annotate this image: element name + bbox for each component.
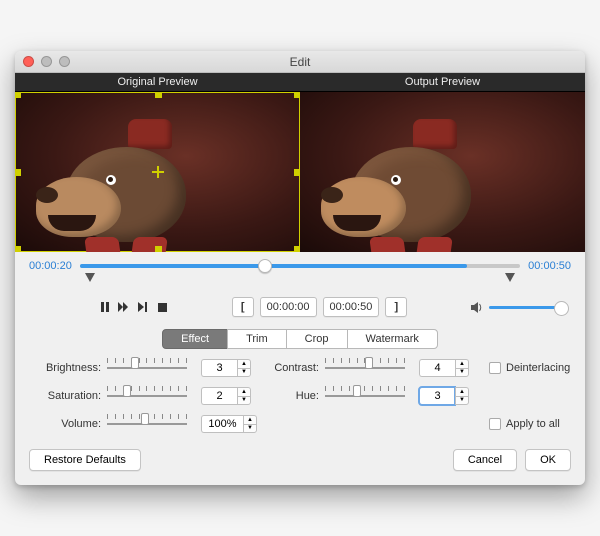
crop-center-icon[interactable] (152, 166, 164, 178)
contrast-up-icon[interactable]: ▲ (455, 359, 469, 368)
brightness-up-icon[interactable]: ▲ (237, 359, 251, 368)
volume-stepper[interactable]: ▲▼ (201, 415, 253, 433)
speaker-icon[interactable] (471, 301, 483, 313)
volume-effect-slider[interactable] (107, 417, 187, 431)
deinterlacing-checkbox[interactable]: Deinterlacing (489, 362, 570, 374)
volume-control (471, 301, 567, 313)
contrast-input[interactable] (419, 359, 455, 377)
apply-all-checkbox[interactable]: Apply to all (489, 418, 560, 430)
effect-grid: Brightness: ▲▼ Contrast: ▲▼ Deinterlacin… (29, 359, 571, 433)
saturation-up-icon[interactable]: ▲ (237, 387, 251, 396)
hue-down-icon[interactable]: ▼ (455, 396, 469, 405)
range-start-bracket[interactable]: [ (232, 297, 254, 317)
stop-icon[interactable] (156, 301, 168, 313)
timeline-fill (80, 264, 468, 268)
checkbox-icon[interactable] (489, 362, 501, 374)
range-start-input[interactable]: 00:00:00 (260, 297, 317, 317)
timeline-start-time: 00:00:20 (29, 260, 72, 272)
hue-input[interactable] (419, 387, 455, 405)
hue-slider[interactable] (325, 389, 405, 403)
minimize-icon (41, 56, 52, 67)
cancel-button[interactable]: Cancel (453, 449, 517, 471)
timeline-thumb[interactable] (258, 259, 272, 273)
timeline-slider[interactable] (80, 264, 520, 268)
original-preview-col: Original Preview (15, 73, 300, 252)
hue-up-icon[interactable]: ▲ (455, 387, 469, 396)
window-controls (23, 56, 70, 67)
contrast-slider[interactable] (325, 361, 405, 375)
saturation-stepper[interactable]: ▲▼ (201, 387, 253, 405)
hue-stepper[interactable]: ▲▼ (419, 387, 471, 405)
crop-handle-ml[interactable] (15, 169, 21, 176)
contrast-stepper[interactable]: ▲▼ (419, 359, 471, 377)
range-group: [ 00:00:00 00:00:50 ] (232, 297, 408, 317)
timeline: 00:00:20 00:00:50 (29, 260, 571, 272)
edit-window: Edit Original Preview Output Preview (15, 51, 585, 485)
checkbox-icon[interactable] (489, 418, 501, 430)
range-start-marker-icon[interactable] (85, 273, 95, 283)
crop-handle-bc[interactable] (155, 246, 162, 252)
transport-row: [ 00:00:00 00:00:50 ] (29, 297, 571, 317)
brightness-slider[interactable] (107, 361, 187, 375)
contrast-down-icon[interactable]: ▼ (455, 368, 469, 377)
contrast-label: Contrast: (259, 362, 319, 374)
pause-icon[interactable] (99, 301, 111, 313)
volume-up-icon[interactable]: ▲ (243, 415, 257, 424)
fast-forward-icon[interactable] (118, 301, 130, 313)
deinterlacing-label: Deinterlacing (506, 362, 570, 374)
saturation-input[interactable] (201, 387, 237, 405)
range-end-marker-icon[interactable] (505, 273, 515, 283)
apply-all-label: Apply to all (506, 418, 560, 430)
range-end-bracket[interactable]: ] (385, 297, 407, 317)
step-icon[interactable] (137, 301, 149, 313)
restore-defaults-button[interactable]: Restore Defaults (29, 449, 141, 471)
output-preview-col: Output Preview (300, 73, 585, 252)
tab-effect[interactable]: Effect (162, 329, 228, 349)
saturation-label: Saturation: (29, 390, 101, 402)
footer: Restore Defaults Cancel OK (15, 445, 585, 485)
tab-trim[interactable]: Trim (227, 329, 287, 349)
playback-controls (99, 301, 168, 313)
preview-area: Original Preview Output Preview (15, 73, 585, 252)
original-preview[interactable] (15, 92, 300, 252)
brightness-down-icon[interactable]: ▼ (237, 368, 251, 377)
original-preview-label: Original Preview (15, 73, 300, 92)
zoom-icon (59, 56, 70, 67)
ok-button[interactable]: OK (525, 449, 571, 471)
hue-label: Hue: (259, 390, 319, 402)
crop-handle-tl[interactable] (15, 92, 21, 98)
brightness-label: Brightness: (29, 362, 101, 374)
tab-crop[interactable]: Crop (286, 329, 348, 349)
close-icon[interactable] (23, 56, 34, 67)
controls-panel: 00:00:20 00:00:50 [ 00:00:00 00:00:50 (15, 252, 585, 445)
volume-label: Volume: (29, 418, 101, 430)
crop-handle-tc[interactable] (155, 92, 162, 98)
output-preview-label: Output Preview (300, 73, 585, 92)
timeline-end-time: 00:00:50 (528, 260, 571, 272)
brightness-stepper[interactable]: ▲▼ (201, 359, 253, 377)
saturation-slider[interactable] (107, 389, 187, 403)
titlebar[interactable]: Edit (15, 51, 585, 73)
volume-down-icon[interactable]: ▼ (243, 424, 257, 433)
volume-input[interactable] (201, 415, 243, 433)
volume-slider[interactable] (489, 306, 567, 309)
crop-handle-bl[interactable] (15, 246, 21, 252)
range-end-input[interactable]: 00:00:50 (323, 297, 380, 317)
output-preview (300, 92, 585, 252)
tabs: Effect Trim Crop Watermark (29, 329, 571, 349)
window-title: Edit (290, 55, 311, 69)
saturation-down-icon[interactable]: ▼ (237, 396, 251, 405)
brightness-input[interactable] (201, 359, 237, 377)
tab-watermark[interactable]: Watermark (347, 329, 438, 349)
